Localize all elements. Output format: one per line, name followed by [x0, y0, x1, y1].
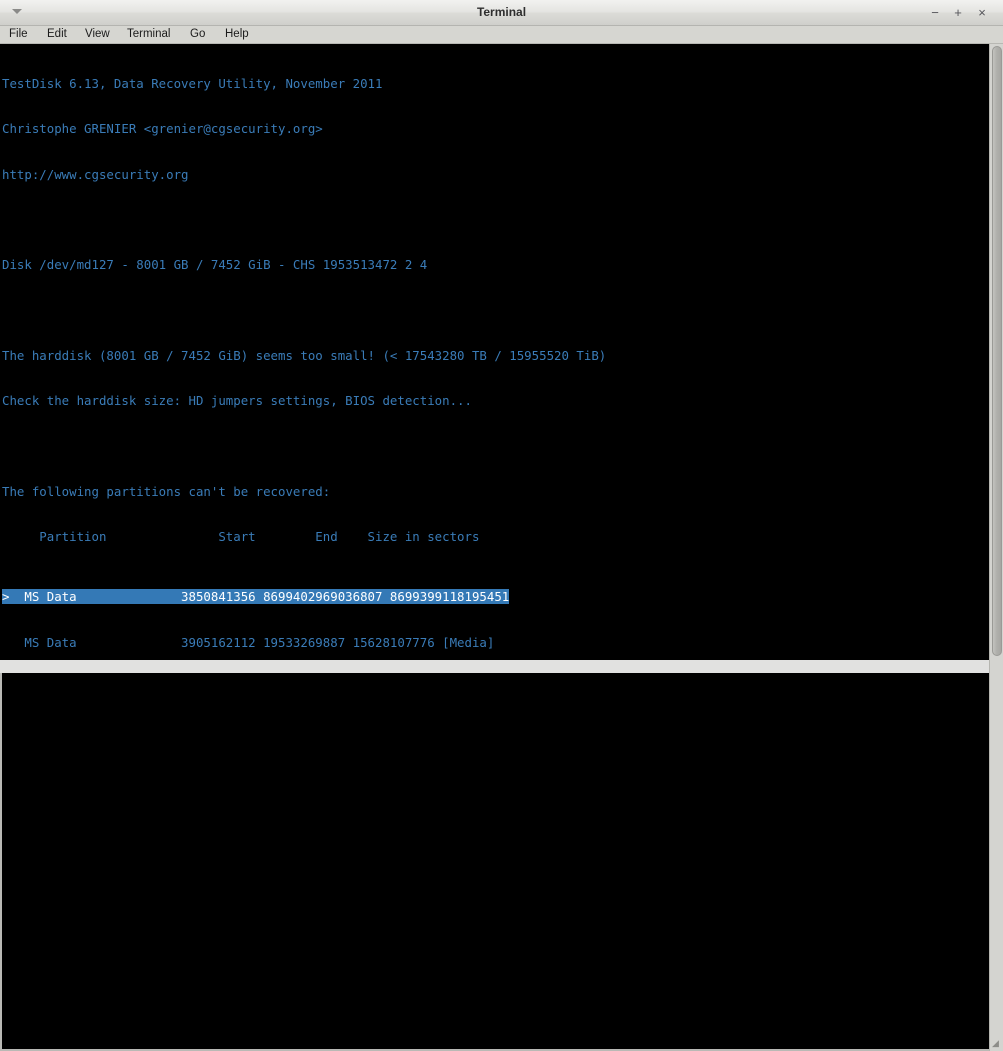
menu-terminal[interactable]: Terminal: [122, 26, 175, 43]
testdisk-version-line: TestDisk 6.13, Data Recovery Utility, No…: [2, 76, 383, 92]
menu-go[interactable]: Go: [185, 26, 210, 43]
disk-info-line: Disk /dev/md127 - 8001 GB / 7452 GiB - C…: [2, 257, 428, 273]
menu-file[interactable]: File: [4, 26, 33, 43]
testdisk-url-line: http://www.cgsecurity.org: [2, 166, 189, 182]
close-button[interactable]: ×: [974, 5, 990, 21]
warning-line-1: The harddisk (8001 GB / 7452 GiB) seems …: [2, 347, 607, 363]
menu-help[interactable]: Help: [220, 26, 254, 43]
table-row[interactable]: MS Data 3905162112 19533269887 156281077…: [2, 635, 606, 650]
window-title: Terminal: [476, 5, 527, 19]
maximize-button[interactable]: +: [950, 5, 966, 21]
terminal-scrollbar[interactable]: [989, 44, 1003, 660]
resize-grip-icon[interactable]: ◢: [990, 1038, 1001, 1049]
terminal-output-pane[interactable]: TestDisk 6.13, Data Recovery Utility, No…: [0, 44, 989, 660]
terminal-window: Terminal − + × File Edit View Terminal G…: [0, 0, 1003, 1051]
separator-scrollbar-gap: [989, 660, 1003, 673]
menu-edit[interactable]: Edit: [42, 26, 72, 43]
testdisk-author-line: Christophe GRENIER <grenier@cgsecurity.o…: [2, 121, 323, 137]
window-titlebar[interactable]: Terminal − + ×: [0, 0, 1003, 26]
scrollbar-thumb[interactable]: [992, 46, 1002, 656]
terminal-text: TestDisk 6.13, Data Recovery Utility, No…: [2, 46, 606, 660]
partitions-notice: The following partitions can't be recove…: [2, 483, 331, 499]
warning-line-2: Check the harddisk size: HD jumpers sett…: [2, 393, 472, 409]
table-column-headers: Partition Start End Size in sectors: [2, 529, 480, 544]
partition-row-selected[interactable]: > MS Data 3850841356 8699402969036807 86…: [2, 589, 510, 605]
lower-terminal-pane[interactable]: [0, 673, 989, 1051]
pane-separator[interactable]: [0, 660, 989, 673]
menu-view[interactable]: View: [80, 26, 115, 43]
menubar: File Edit View Terminal Go Help: [0, 26, 1003, 44]
table-row[interactable]: > MS Data 3850841356 8699402969036807 86…: [2, 589, 606, 605]
minimize-button[interactable]: −: [927, 5, 943, 21]
lower-pane-scrollbar[interactable]: ◢: [989, 673, 1003, 1051]
